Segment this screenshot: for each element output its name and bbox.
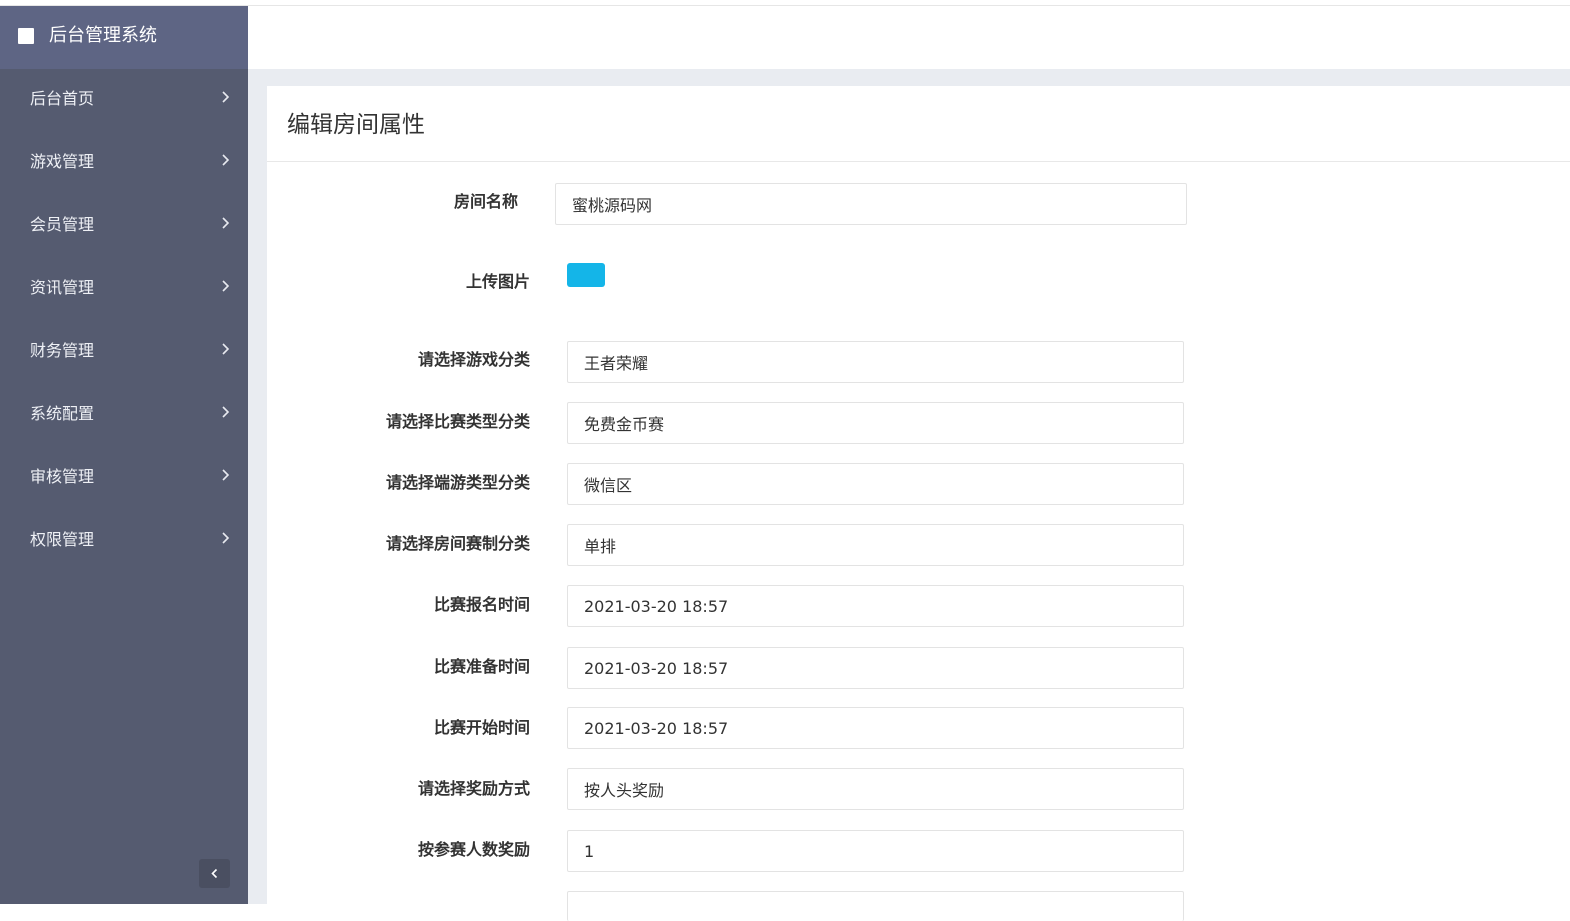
page-title: 编辑房间属性 — [287, 112, 425, 138]
sidebar-item-label: 资讯管理 — [30, 278, 95, 297]
reward-method-select[interactable] — [567, 768, 1184, 810]
sidebar-item-label: 系统配置 — [30, 404, 95, 423]
card-header: 编辑房间属性 — [267, 86, 1570, 162]
client-type-select[interactable] — [567, 463, 1184, 505]
reward-method-label: 请选择奖励方式 — [417, 779, 530, 798]
sidebar-item-label: 财务管理 — [30, 341, 95, 360]
signup-time-label: 比赛报名时间 — [433, 595, 530, 614]
signup-time-input[interactable] — [567, 585, 1184, 627]
sidebar-item-news[interactable]: 资讯管理 — [0, 258, 248, 321]
match-type-label: 请选择比赛类型分类 — [385, 412, 530, 431]
sidebar-collapse-button[interactable] — [199, 859, 230, 888]
next-field-input[interactable] — [567, 891, 1184, 921]
sidebar-item-home[interactable]: 后台首页 — [0, 69, 248, 132]
chevron-left-icon — [211, 868, 218, 879]
start-time-label: 比赛开始时间 — [433, 718, 530, 737]
prepare-time-label: 比赛准备时间 — [433, 657, 530, 676]
chevron-right-icon — [222, 532, 230, 544]
sidebar-item-label: 游戏管理 — [30, 152, 95, 171]
logo-square-icon — [18, 28, 34, 44]
upload-image-label: 上传图片 — [465, 272, 530, 291]
sidebar: 后台管理系统 后台首页 游戏管理 会员管理 资讯管理 财务管理 系统配置 审核管… — [0, 6, 248, 904]
client-type-label: 请选择端游类型分类 — [385, 473, 530, 492]
brand-header: 后台管理系统 — [0, 6, 248, 69]
sidebar-item-label: 后台首页 — [30, 89, 95, 108]
edit-room-card: 编辑房间属性 房间名称 上传图片 请选择游戏分类 请选择比赛类型分类 请选择端游… — [267, 86, 1570, 921]
chevron-right-icon — [222, 280, 230, 292]
reward-by-count-label: 按参赛人数奖励 — [417, 840, 530, 859]
sidebar-item-games[interactable]: 游戏管理 — [0, 132, 248, 195]
reward-by-count-input[interactable] — [567, 830, 1184, 872]
room-format-label: 请选择房间赛制分类 — [385, 534, 530, 553]
upload-image-button[interactable] — [567, 263, 605, 287]
sidebar-item-label: 审核管理 — [30, 467, 95, 486]
sidebar-item-label: 会员管理 — [30, 215, 95, 234]
chevron-right-icon — [222, 406, 230, 418]
game-category-label: 请选择游戏分类 — [417, 350, 530, 369]
chevron-right-icon — [222, 343, 230, 355]
chevron-right-icon — [222, 154, 230, 166]
sidebar-item-label: 权限管理 — [30, 530, 95, 549]
sidebar-item-finance[interactable]: 财务管理 — [0, 321, 248, 384]
sidebar-item-review[interactable]: 审核管理 — [0, 447, 248, 510]
match-type-select[interactable] — [567, 402, 1184, 444]
app-title: 后台管理系统 — [49, 25, 157, 46]
prepare-time-input[interactable] — [567, 647, 1184, 689]
sidebar-item-system-config[interactable]: 系统配置 — [0, 384, 248, 447]
room-format-select[interactable] — [567, 524, 1184, 566]
start-time-input[interactable] — [567, 707, 1184, 749]
game-category-select[interactable] — [567, 341, 1184, 383]
room-name-input[interactable] — [555, 183, 1187, 225]
chevron-right-icon — [222, 469, 230, 481]
chevron-right-icon — [222, 91, 230, 103]
top-header — [248, 6, 1570, 69]
sidebar-item-members[interactable]: 会员管理 — [0, 195, 248, 258]
sidebar-item-permissions[interactable]: 权限管理 — [0, 510, 248, 573]
room-name-label: 房间名称 — [453, 192, 518, 211]
chevron-right-icon — [222, 217, 230, 229]
